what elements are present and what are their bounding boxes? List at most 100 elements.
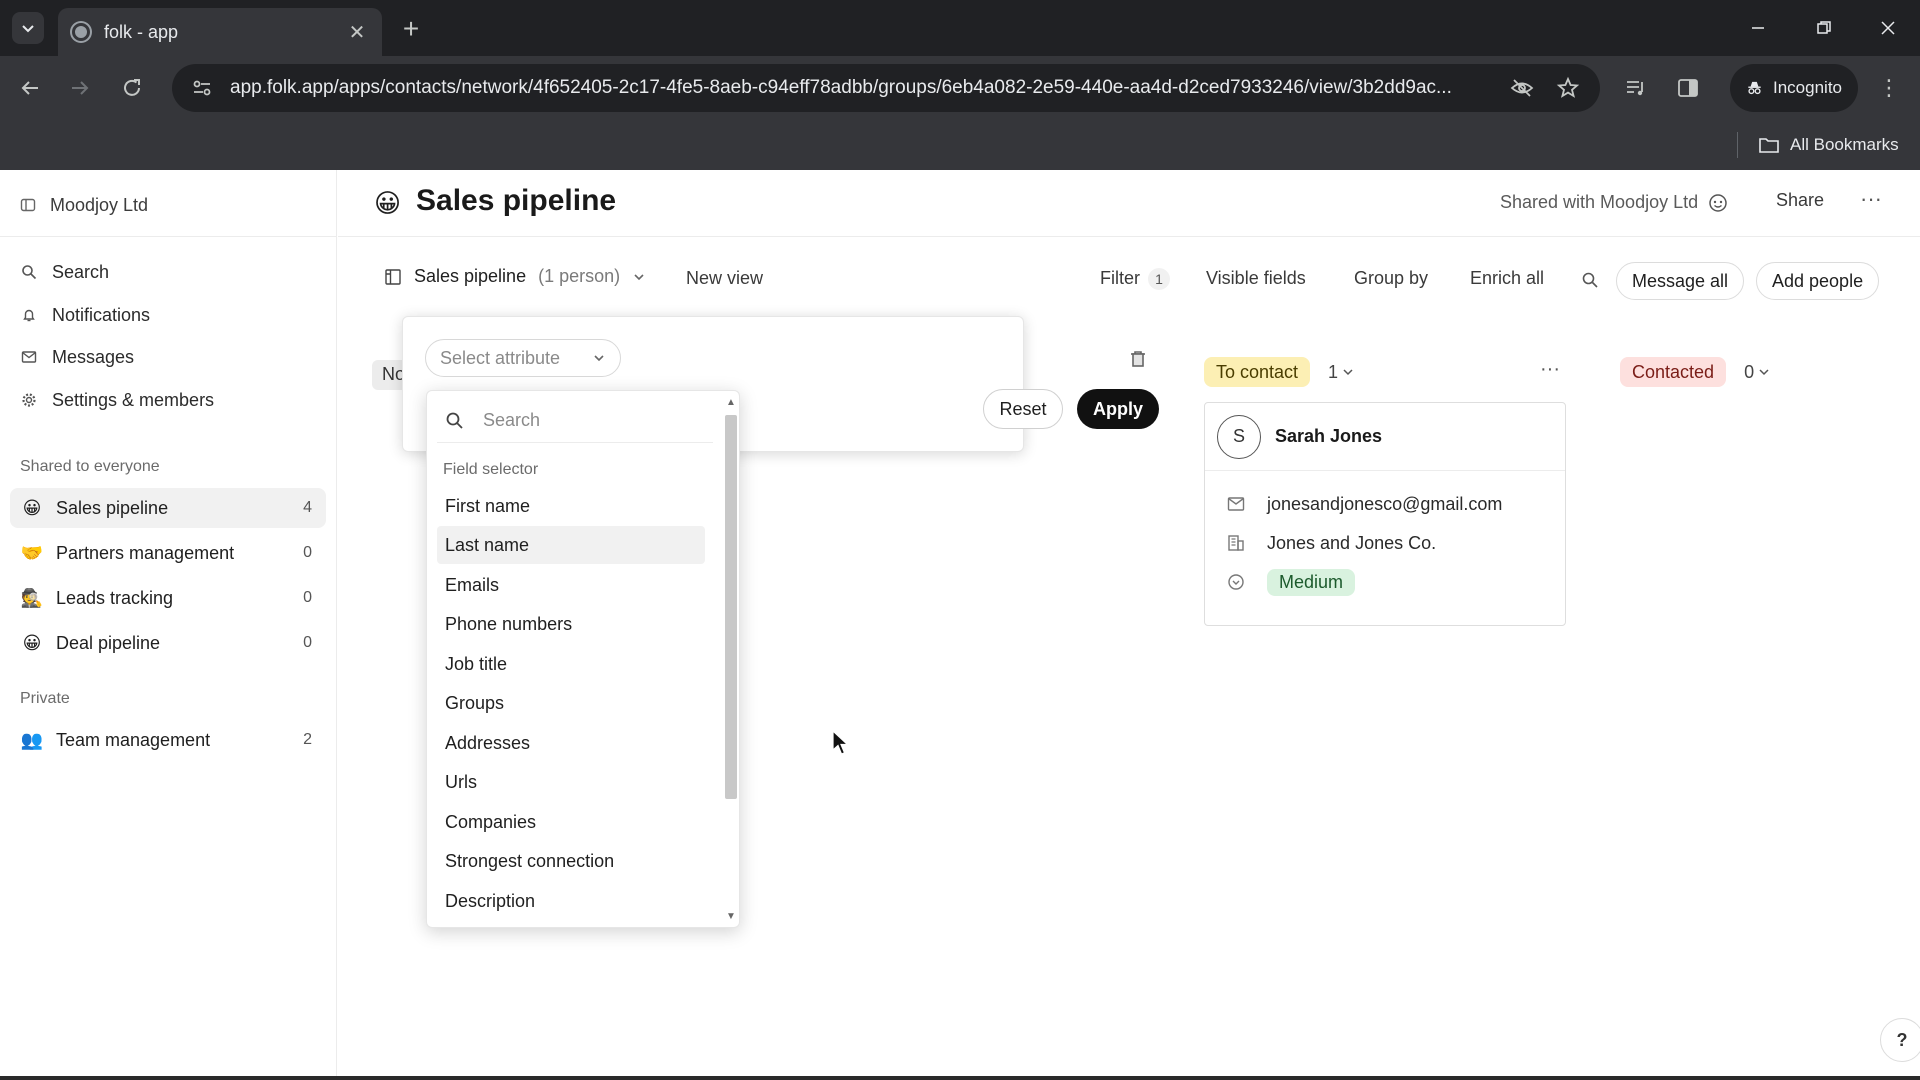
reset-button[interactable]: Reset: [983, 389, 1063, 429]
enrich-all-button[interactable]: Enrich all: [1470, 268, 1544, 289]
sidebar-nav-settings[interactable]: Settings & members: [20, 385, 214, 415]
scroll-up-arrow-icon[interactable]: ▲: [725, 397, 737, 409]
apply-button[interactable]: Apply: [1077, 389, 1159, 429]
message-all-button[interactable]: Message all: [1616, 262, 1745, 300]
add-people-button[interactable]: Add people: [1756, 262, 1880, 300]
browser-menu-icon[interactable]: ⋮: [1874, 72, 1904, 104]
sidebar-group-leads-tracking[interactable]: 🕵 Leads tracking 0: [10, 578, 326, 618]
attribute-option-emails[interactable]: Emails: [437, 566, 705, 604]
workspace-name: Moodjoy Ltd: [50, 194, 149, 215]
site-settings-icon[interactable]: [190, 76, 214, 100]
side-panel-icon[interactable]: [1672, 72, 1704, 104]
attribute-option-description[interactable]: Description: [437, 882, 705, 920]
attribute-option-groups[interactable]: Groups: [437, 684, 705, 722]
close-tab-icon[interactable]: ✕: [346, 21, 368, 44]
attribute-option-first-name[interactable]: First name: [437, 487, 705, 525]
attribute-option-job-title[interactable]: Job title: [437, 645, 705, 683]
share-button[interactable]: Share: [1776, 190, 1824, 211]
sidebar-group-partners-management[interactable]: 🤝 Partners management 0: [10, 533, 326, 573]
sidebar-nav-search[interactable]: Search: [20, 257, 109, 287]
new-view-button[interactable]: New view: [686, 268, 763, 289]
status-pill: Contacted: [1620, 357, 1727, 387]
close-icon: [1881, 21, 1895, 35]
sidebar-nav-messages[interactable]: Messages: [20, 342, 134, 372]
url-text: app.folk.app/apps/contacts/network/4f652…: [230, 77, 1452, 98]
card-email-row[interactable]: jonesandjonesco@gmail.com: [1227, 489, 1502, 519]
shared-with-indicator[interactable]: Shared with Moodjoy Ltd: [1500, 192, 1728, 213]
page-title: Sales pipeline: [416, 184, 617, 217]
group-emoji-icon: 😀: [22, 632, 42, 653]
sidebar-group-deal-pipeline[interactable]: 😀 Deal pipeline 0: [10, 623, 326, 663]
favicon-icon: [72, 23, 90, 41]
eye-off-icon[interactable]: [1508, 74, 1536, 102]
delete-filter-icon[interactable]: [1129, 349, 1149, 369]
restore-icon: [1817, 21, 1831, 34]
incognito-indicator[interactable]: Incognito: [1730, 64, 1858, 112]
card-company-row[interactable]: Jones and Jones Co.: [1227, 528, 1436, 558]
dropdown-scrollbar-thumb[interactable]: [725, 415, 737, 799]
address-bar[interactable]: app.folk.app/apps/contacts/network/4f652…: [172, 64, 1600, 112]
help-button[interactable]: ?: [1880, 1018, 1920, 1062]
minimize-icon: [1752, 27, 1764, 29]
folk-app: Moodjoy Ltd Search Notifications Message…: [0, 170, 1920, 1080]
workspace-switcher[interactable]: Moodjoy Ltd: [20, 190, 148, 220]
attribute-option-phone-numbers[interactable]: Phone numbers: [437, 605, 705, 643]
group-by-button[interactable]: Group by: [1354, 268, 1428, 289]
column-header-to-contact[interactable]: To contact 1: [1204, 356, 1354, 388]
back-button[interactable]: [12, 70, 48, 106]
close-window-button[interactable]: [1868, 10, 1908, 46]
forward-button[interactable]: [62, 70, 98, 106]
filter-count-badge: 1: [1148, 268, 1170, 290]
attribute-option-strongest-connection[interactable]: Strongest connection: [437, 842, 705, 880]
group-emoji-icon: 👥: [20, 729, 44, 750]
mail-icon: [1227, 495, 1245, 513]
new-tab-button[interactable]: +: [396, 13, 426, 44]
sidebar-group-team-management[interactable]: 👥 Team management 2: [10, 720, 326, 760]
filter-label: Filter: [1100, 268, 1140, 288]
attribute-search-input[interactable]: Search: [437, 399, 713, 443]
attribute-option-urls[interactable]: Urls: [437, 763, 705, 801]
minimize-button[interactable]: [1738, 10, 1778, 46]
arrow-right-icon: [72, 81, 89, 95]
media-controls-icon[interactable]: [1620, 72, 1652, 104]
reload-icon: [124, 79, 140, 96]
sidebar-nav-notifications[interactable]: Notifications: [20, 300, 150, 330]
browser-tab[interactable]: folk - app ✕: [58, 8, 382, 56]
group-label: Deal pipeline: [56, 632, 161, 653]
star-icon[interactable]: [1554, 74, 1582, 102]
scroll-down-arrow-icon[interactable]: ▼: [725, 911, 737, 923]
contact-name[interactable]: Sarah Jones: [1275, 426, 1382, 447]
attribute-option-addresses[interactable]: Addresses: [437, 724, 705, 762]
tab-search-button[interactable]: [12, 12, 44, 44]
board-view-icon: [385, 268, 401, 285]
group-label: Leads tracking: [56, 587, 174, 608]
filter-button[interactable]: Filter 1: [1100, 268, 1170, 290]
view-count: (1 person): [538, 266, 621, 286]
more-options-button[interactable]: ···: [1860, 186, 1882, 212]
search-view-button[interactable]: [1581, 271, 1599, 294]
attribute-option-companies[interactable]: Companies: [437, 803, 705, 841]
group-count: 0: [303, 544, 312, 561]
all-bookmarks-button[interactable]: All Bookmarks: [1758, 128, 1899, 162]
view-selector[interactable]: Sales pipeline (1 person): [384, 266, 646, 287]
column-count-value: 1: [1328, 361, 1339, 382]
column-more-icon[interactable]: ···: [1540, 358, 1560, 381]
visible-fields-button[interactable]: Visible fields: [1206, 268, 1306, 289]
restore-button[interactable]: [1804, 10, 1844, 46]
column-count[interactable]: 1: [1328, 362, 1354, 383]
column-count[interactable]: 0: [1744, 362, 1770, 383]
contact-card[interactable]: S Sarah Jones jonesandjonesco@gmail.com …: [1204, 402, 1566, 626]
reload-button[interactable]: [114, 70, 150, 106]
attribute-option-last-name[interactable]: Last name: [437, 526, 705, 564]
column-header-contacted[interactable]: Contacted 0: [1620, 356, 1770, 388]
status-circle-icon: [1227, 573, 1245, 591]
group-emoji-icon: 😀: [22, 497, 42, 518]
chevron-down-icon: [594, 355, 604, 362]
card-priority-row[interactable]: Medium: [1227, 567, 1356, 597]
card-header: S Sarah Jones: [1205, 403, 1565, 471]
select-attribute-dropdown[interactable]: Select attribute: [425, 339, 621, 377]
incognito-label: Incognito: [1773, 78, 1842, 97]
main-content: 😀 Sales pipeline Shared with Moodjoy Ltd…: [338, 170, 1920, 1080]
sidebar-group-sales-pipeline[interactable]: 😀 Sales pipeline 4: [10, 488, 326, 528]
column-count-value: 0: [1744, 361, 1755, 382]
